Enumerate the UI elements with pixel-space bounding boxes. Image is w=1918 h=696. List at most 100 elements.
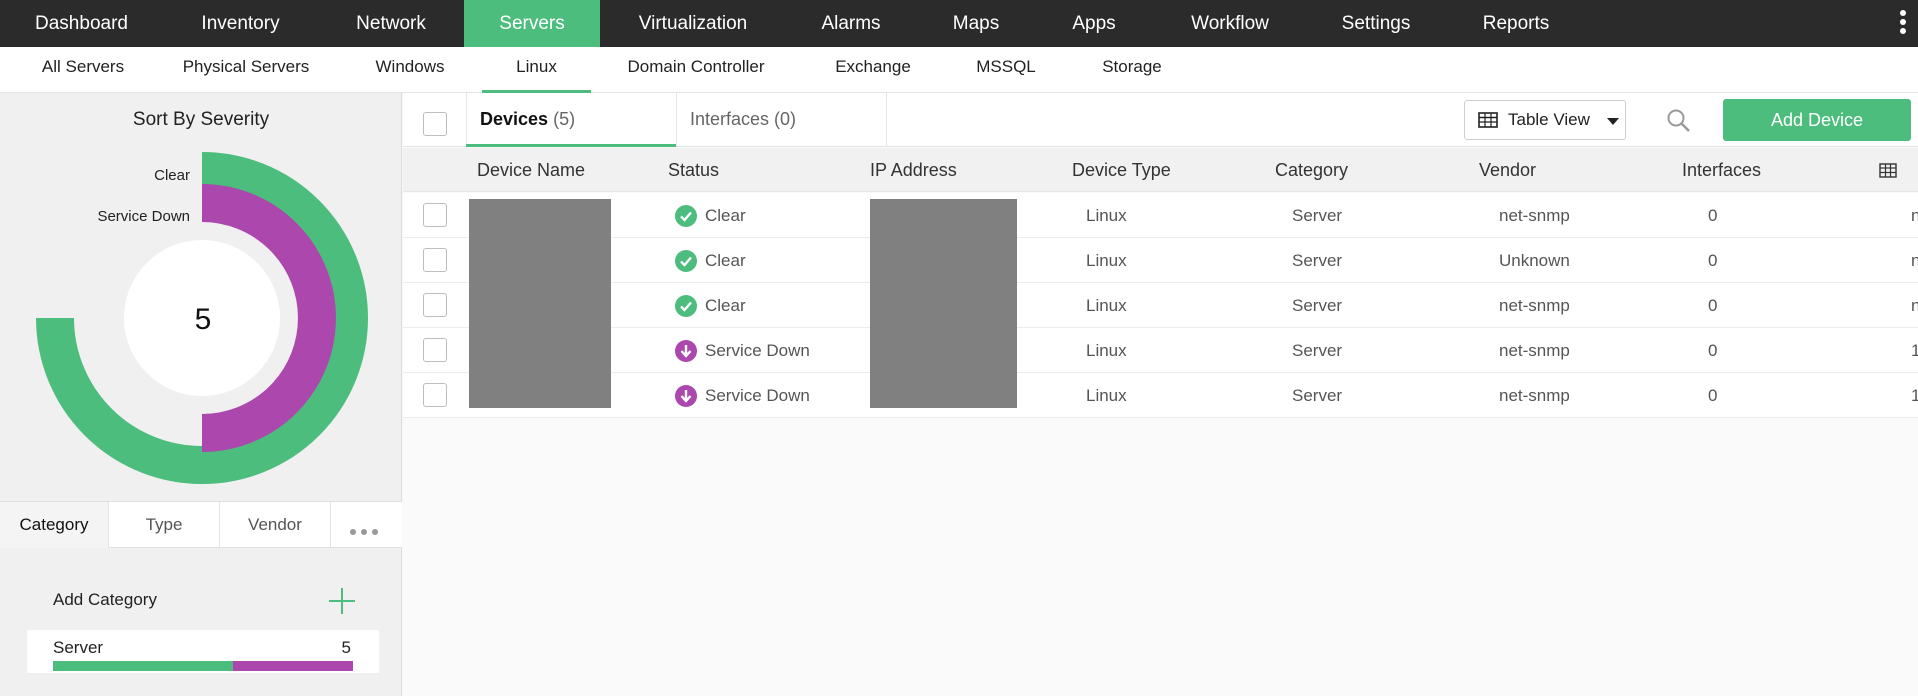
nav-dashboard[interactable]: Dashboard (0, 0, 163, 47)
category-cell: Server (1292, 206, 1343, 225)
subnav-physical-servers[interactable]: Physical Servers (170, 47, 322, 93)
row-checkbox[interactable] (423, 383, 447, 407)
device-tabs-bar: Devices (5) Interfaces (0) Table View Ad… (403, 93, 1918, 147)
chevron-down-icon (1607, 118, 1619, 125)
severity-panel: Sort By Severity Clear Service Down 5 Ca… (0, 93, 402, 696)
table-row[interactable]: Clear Linux Server net-snmp 0 n (403, 193, 1918, 238)
status-service-down-icon (675, 340, 697, 362)
vendor-cell: net-snmp (1499, 341, 1570, 360)
search-icon[interactable] (1666, 108, 1692, 134)
redacted-device-names (469, 199, 611, 408)
status-clear-icon (675, 250, 697, 272)
vendor-cell: net-snmp (1499, 386, 1570, 405)
column-category[interactable]: Category (1275, 148, 1348, 192)
device-type-cell: Linux (1086, 341, 1127, 360)
nav-workflow[interactable]: Workflow (1152, 0, 1308, 47)
subnav-domain-controller[interactable]: Domain Controller (614, 47, 778, 93)
subnav-linux[interactable]: Linux (482, 47, 591, 93)
category-bar-service-down (233, 661, 353, 671)
severity-total-count: 5 (194, 303, 212, 336)
sub-navigation: All Servers Physical Servers Windows Lin… (0, 47, 1918, 93)
add-category-plus-icon[interactable] (328, 587, 356, 615)
table-view-label: Table View (1508, 110, 1590, 129)
nav-virtualization[interactable]: Virtualization (600, 0, 786, 47)
device-type-cell: Linux (1086, 296, 1127, 315)
device-type-cell: Linux (1086, 386, 1127, 405)
table-row[interactable]: Service Down Linux Server net-snmp 0 1 (403, 373, 1918, 418)
column-settings-icon[interactable] (1879, 163, 1897, 178)
table-row[interactable]: Service Down Linux Server net-snmp 0 1 (403, 328, 1918, 373)
device-type-cell: Linux (1086, 206, 1127, 225)
subnav-all-servers[interactable]: All Servers (18, 47, 148, 93)
tab-devices[interactable]: Devices (5) (466, 93, 676, 147)
nav-apps[interactable]: Apps (1036, 0, 1152, 47)
category-count: 5 (341, 638, 351, 657)
status-text: Clear (705, 296, 746, 315)
status-text: Service Down (705, 386, 810, 405)
table-header: Device Name Status IP Address Device Typ… (403, 148, 1918, 192)
truncated-cell: n (1911, 296, 1918, 315)
column-ip-address[interactable]: IP Address (870, 148, 957, 192)
nav-servers[interactable]: Servers (464, 0, 600, 47)
tab-interfaces[interactable]: Interfaces (0) (676, 93, 886, 147)
status-text: Clear (705, 251, 746, 270)
grouping-tabs: Category Type Vendor (0, 501, 402, 548)
row-checkbox[interactable] (423, 203, 447, 227)
divider (886, 93, 887, 147)
interfaces-cell: 0 (1708, 251, 1718, 270)
subnav-exchange[interactable]: Exchange (820, 47, 926, 93)
status-clear-icon (675, 205, 697, 227)
column-interfaces[interactable]: Interfaces (1682, 148, 1761, 192)
table-view-dropdown[interactable]: Table View (1464, 100, 1626, 140)
column-status[interactable]: Status (668, 148, 719, 192)
legend-service-down-label: Service Down (97, 208, 190, 225)
status-text: Service Down (705, 341, 810, 360)
column-vendor[interactable]: Vendor (1479, 148, 1536, 192)
tab-vendor[interactable]: Vendor (220, 502, 331, 548)
row-checkbox[interactable] (423, 248, 447, 272)
status-service-down-icon (675, 385, 697, 407)
tab-type[interactable]: Type (109, 502, 220, 548)
tab-devices-label: Devices (480, 109, 549, 129)
nav-maps[interactable]: Maps (916, 0, 1036, 47)
table-row[interactable]: Clear Linux Server net-snmp 0 n (403, 283, 1918, 328)
subnav-mssql[interactable]: MSSQL (966, 47, 1046, 93)
category-bar-clear (53, 661, 233, 671)
status-text: Clear (705, 206, 746, 225)
more-tabs-icon[interactable] (350, 522, 384, 535)
column-device-name[interactable]: Device Name (477, 148, 585, 192)
category-name: Server (53, 638, 104, 657)
row-checkbox[interactable] (423, 338, 447, 362)
truncated-cell: 1 (1911, 341, 1918, 360)
vendor-cell: Unknown (1499, 251, 1570, 270)
nav-alarms[interactable]: Alarms (786, 0, 916, 47)
redacted-ip-addresses (870, 199, 1017, 408)
add-device-button[interactable]: Add Device (1723, 99, 1911, 141)
truncated-cell: 1 (1911, 386, 1918, 405)
interfaces-cell: 0 (1708, 296, 1718, 315)
add-category-label: Add Category (53, 590, 157, 609)
nav-inventory[interactable]: Inventory (163, 0, 318, 47)
nav-reports[interactable]: Reports (1444, 0, 1588, 47)
nav-settings[interactable]: Settings (1308, 0, 1444, 47)
legend-clear-label: Clear (154, 167, 190, 184)
column-device-type[interactable]: Device Type (1072, 148, 1171, 192)
row-checkbox[interactable] (423, 293, 447, 317)
truncated-cell: n (1911, 251, 1918, 270)
category-cell: Server (1292, 251, 1343, 270)
select-all-checkbox[interactable] (423, 112, 447, 136)
severity-donut-chart (36, 152, 368, 484)
more-options-icon[interactable] (1898, 10, 1908, 38)
interfaces-cell: 0 (1708, 206, 1718, 225)
tab-category[interactable]: Category (0, 502, 109, 548)
category-cell: Server (1292, 386, 1343, 405)
nav-network[interactable]: Network (318, 0, 464, 47)
vendor-cell: net-snmp (1499, 206, 1570, 225)
subnav-windows[interactable]: Windows (360, 47, 460, 93)
table-row[interactable]: Clear Linux Server Unknown 0 n (403, 238, 1918, 283)
interfaces-cell: 0 (1708, 386, 1718, 405)
table-icon (1478, 112, 1498, 128)
category-item-server[interactable]: Server 5 (27, 630, 379, 673)
subnav-storage[interactable]: Storage (1090, 47, 1174, 93)
truncated-cell: n (1911, 206, 1918, 225)
